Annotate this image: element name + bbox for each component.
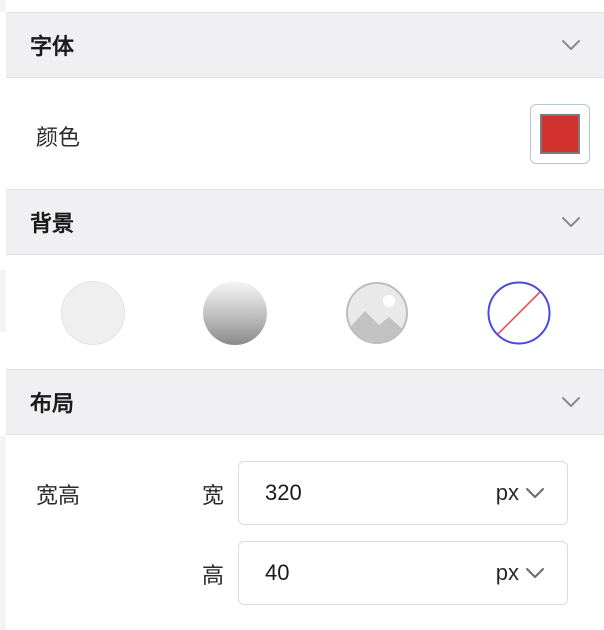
chevron-down-icon[interactable]: [560, 211, 582, 233]
layout-section-title: 布局: [30, 392, 75, 417]
background-gradient-option[interactable]: [203, 281, 267, 345]
color-label: 颜色: [36, 126, 81, 151]
height-value[interactable]: 40: [265, 560, 496, 586]
background-image-option[interactable]: [345, 281, 409, 345]
layout-section-header[interactable]: 布局: [6, 369, 604, 435]
width-value[interactable]: 320: [265, 480, 496, 506]
panel-edge: [0, 0, 6, 12]
chevron-down-icon: [526, 488, 544, 498]
height-unit-select[interactable]: px: [496, 560, 545, 586]
chevron-down-icon[interactable]: [560, 34, 582, 56]
background-section-title: 背景: [30, 212, 75, 237]
text-color-fill: [540, 114, 580, 154]
background-none-option[interactable]: [487, 281, 551, 345]
width-field[interactable]: 320 px: [238, 461, 568, 525]
height-unit: px: [495, 560, 519, 585]
text-color-picker[interactable]: [530, 104, 590, 164]
font-section-header[interactable]: 字体: [6, 12, 604, 78]
font-section-title: 字体: [30, 35, 75, 60]
background-solid-option[interactable]: [61, 281, 125, 345]
size-label: 宽高: [36, 484, 81, 509]
height-label: 高: [202, 564, 225, 589]
width-unit: px: [495, 480, 519, 505]
height-field[interactable]: 40 px: [238, 541, 568, 605]
image-icon: [346, 282, 408, 344]
chevron-down-icon[interactable]: [560, 391, 582, 413]
panel-edge: [0, 436, 6, 630]
width-unit-select[interactable]: px: [496, 480, 545, 506]
panel-edge: [0, 270, 6, 332]
width-label: 宽: [202, 484, 225, 509]
no-fill-icon: [487, 281, 551, 345]
chevron-down-icon: [526, 568, 544, 578]
background-section-header[interactable]: 背景: [6, 189, 604, 255]
style-panel: 字体 颜色 背景 布局 宽高 宽 320 px 高 40 px: [0, 0, 604, 630]
